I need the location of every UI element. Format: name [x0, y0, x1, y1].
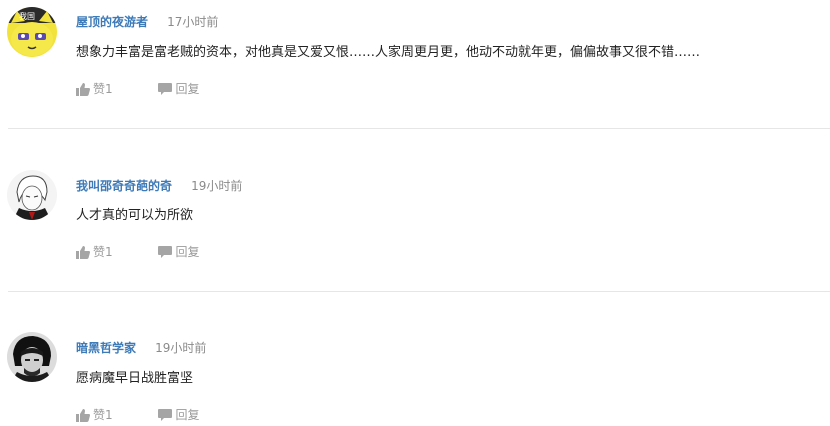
svg-text:我国: 我国: [19, 11, 35, 21]
comment-actions: 赞1 回复: [76, 81, 199, 97]
like-button[interactable]: 赞1: [76, 407, 113, 423]
reply-button[interactable]: 回复: [158, 407, 199, 423]
like-button[interactable]: 赞1: [76, 81, 113, 97]
username-link[interactable]: 我叫邵奇奇葩的奇: [76, 179, 172, 193]
like-button[interactable]: 赞1: [76, 244, 113, 260]
like-count-label: 赞1: [93, 408, 113, 422]
divider: [8, 128, 830, 129]
reply-label: 回复: [175, 245, 200, 259]
username-link[interactable]: 屋顶的夜游者: [76, 15, 148, 29]
reply-label: 回复: [175, 82, 200, 96]
comment-text: 想象力丰富是富老贼的资本，对他真是又爱又恨……人家周更月更，他动不动就年更，偏偏…: [76, 45, 701, 60]
comment-meta: 屋顶的夜游者 17小时前: [76, 12, 218, 30]
comment-item: 我国 屋顶的夜游者 17小时前 想象力丰富是富老贼的资本，对他真是又爱又恨……人…: [0, 0, 830, 163]
comment-meta: 我叫邵奇奇葩的奇 19小时前: [76, 176, 242, 194]
cat-avatar-image: 我国: [7, 7, 57, 57]
reply-label: 回复: [175, 408, 200, 422]
thumbs-up-icon: [76, 82, 90, 96]
comment-text: 人才真的可以为所欲: [76, 208, 194, 223]
reply-button[interactable]: 回复: [158, 244, 199, 260]
anime-avatar-image: [7, 170, 57, 220]
comment-item: 我叫邵奇奇葩的奇 19小时前 人才真的可以为所欲 赞1 回复: [0, 163, 830, 326]
comment-actions: 赞1 回复: [76, 244, 199, 260]
username-link[interactable]: 暗黑哲学家: [76, 341, 136, 355]
divider: [8, 291, 830, 292]
thumbs-up-icon: [76, 245, 90, 259]
timestamp: 19小时前: [191, 179, 243, 193]
avatar[interactable]: 我国: [7, 7, 57, 57]
like-count-label: 赞1: [93, 82, 113, 96]
reply-button[interactable]: 回复: [158, 81, 199, 97]
thumbs-up-icon: [76, 408, 90, 422]
timestamp: 19小时前: [155, 341, 207, 355]
speech-bubble-icon: [158, 82, 173, 95]
comment-text: 愿病魔早日战胜富坚: [76, 371, 194, 386]
comment-actions: 赞1 回复: [76, 407, 199, 423]
avatar[interactable]: [7, 170, 57, 220]
speech-bubble-icon: [158, 408, 173, 421]
comment-item: 暗黑哲学家 19小时前 愿病魔早日战胜富坚 赞1 回复: [0, 326, 830, 426]
like-count-label: 赞1: [93, 245, 113, 259]
portrait-avatar-image: [7, 332, 57, 382]
comment-meta: 暗黑哲学家 19小时前: [76, 338, 206, 356]
speech-bubble-icon: [158, 245, 173, 258]
avatar[interactable]: [7, 332, 57, 382]
timestamp: 17小时前: [167, 15, 219, 29]
